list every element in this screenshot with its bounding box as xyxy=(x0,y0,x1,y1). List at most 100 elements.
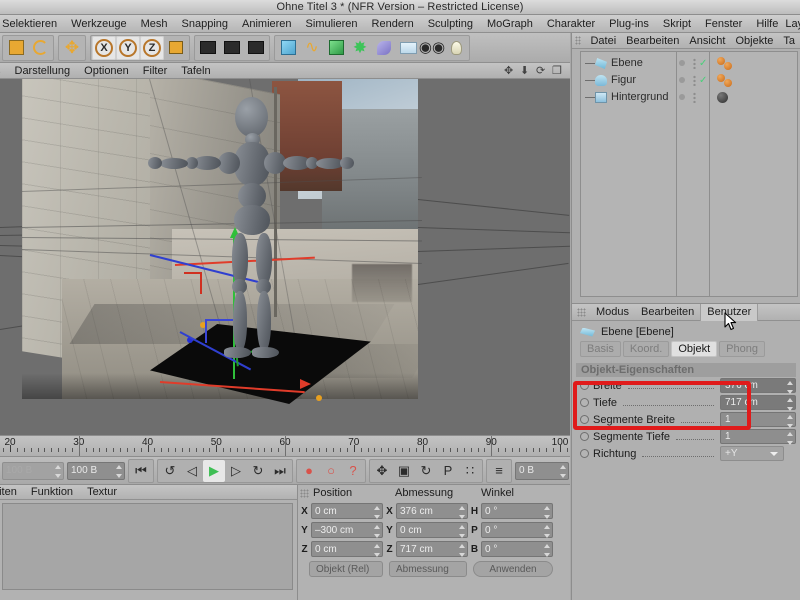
menu-item-mesh[interactable]: Mesh xyxy=(134,18,175,30)
visibility-dot[interactable] xyxy=(679,77,685,83)
material-menu-textur[interactable]: Textur xyxy=(80,486,124,498)
light-icon[interactable] xyxy=(444,36,468,60)
object-row-hintergrund[interactable]: Hintergrund xyxy=(581,89,797,106)
mannequin-figure[interactable] xyxy=(148,97,354,393)
object-menu-ta[interactable]: Ta xyxy=(778,35,800,47)
autokey-button[interactable]: ○ xyxy=(320,460,342,482)
viewport-menu-darstellung[interactable]: Darstellung xyxy=(8,65,78,77)
material-list[interactable] xyxy=(2,503,293,590)
menu-item-werkzeuge[interactable]: Werkzeuge xyxy=(64,18,133,30)
scale-key-button[interactable]: ▣ xyxy=(393,460,415,482)
timeline-ruler[interactable]: 2030405060708090100 xyxy=(0,435,570,457)
step-forward-button[interactable]: ▷ xyxy=(225,460,247,482)
material-tag[interactable] xyxy=(724,62,732,70)
render-region-icon[interactable] xyxy=(220,36,244,60)
go-to-start-button[interactable]: ⏮ xyxy=(130,460,152,482)
object-menu-objekte[interactable]: Objekte xyxy=(730,35,778,47)
attribute-panel-grip-icon[interactable] xyxy=(577,307,586,317)
property-anim-radio[interactable] xyxy=(580,398,589,407)
timeline-button[interactable]: ≡ xyxy=(488,460,510,482)
go-to-end-button[interactable]: ⏭ xyxy=(269,460,291,482)
object-menu-ansicht[interactable]: Ansicht xyxy=(684,35,730,47)
rotation-b-input[interactable]: 0 ° xyxy=(481,541,553,557)
keyframe-selection-button[interactable]: ? xyxy=(342,460,364,482)
menu-item-animieren[interactable]: Animieren xyxy=(235,18,299,30)
viewport-menu-optionen[interactable]: Optionen xyxy=(77,65,136,77)
layer-dots[interactable] xyxy=(693,92,696,103)
object-menu-datei[interactable]: Datei xyxy=(585,35,621,47)
menu-item-rendern[interactable]: Rendern xyxy=(365,18,421,30)
object-row-figur[interactable]: Figur ✓ xyxy=(581,72,797,89)
object-menu-bearbeiten[interactable]: Bearbeiten xyxy=(621,35,684,47)
loop-forward-button[interactable]: ↻ xyxy=(247,460,269,482)
viewport-menu-tafeln[interactable]: Tafeln xyxy=(174,65,217,77)
property-anim-radio[interactable] xyxy=(580,432,589,441)
menu-item-sculpting[interactable]: Sculpting xyxy=(421,18,480,30)
move-tool-icon[interactable]: ✥ xyxy=(60,36,84,60)
object-panel-grip-icon[interactable] xyxy=(575,36,582,45)
environment-tag[interactable] xyxy=(717,92,728,103)
enabled-check-icon[interactable]: ✓ xyxy=(699,75,707,86)
plane-handle-corner-right[interactable] xyxy=(316,395,322,401)
rotation-h-input[interactable]: 0 ° xyxy=(481,503,553,519)
attribute-menu-modus[interactable]: Modus xyxy=(590,306,635,318)
position-y-input[interactable]: –300 cm xyxy=(311,522,383,538)
visibility-dot[interactable] xyxy=(679,60,685,66)
property-anim-radio[interactable] xyxy=(580,415,589,424)
property-select-richtung[interactable]: +Y xyxy=(720,446,784,461)
property-input-tiefe[interactable]: 717 cm xyxy=(720,395,796,411)
menu-item-charakter[interactable]: Charakter xyxy=(540,18,602,30)
parameter-key-button[interactable]: ∷ xyxy=(459,460,481,482)
menu-item-simulieren[interactable]: Simulieren xyxy=(299,18,365,30)
material-menu-funktion[interactable]: Funktion xyxy=(24,486,80,498)
size-z-input[interactable]: 717 cm xyxy=(396,541,468,557)
attribute-tab-phong[interactable]: Phong xyxy=(719,341,765,357)
menu-item-skript[interactable]: Skript xyxy=(656,18,698,30)
menu-item-fenster[interactable]: Fenster xyxy=(698,18,749,30)
position-x-input[interactable]: 0 cm xyxy=(311,503,383,519)
property-input-segmente-tiefe[interactable]: 1 xyxy=(720,429,796,445)
panel-grip-icon[interactable] xyxy=(300,488,309,498)
environment-icon[interactable] xyxy=(372,36,396,60)
property-anim-radio[interactable] xyxy=(580,449,589,458)
axis-x-icon[interactable]: X xyxy=(92,35,116,60)
attribute-tab-basis[interactable]: Basis xyxy=(580,341,621,357)
object-tree[interactable]: Ebene ✓ Figur ✓ Hintergrund xyxy=(580,51,798,297)
camera-icon[interactable]: ◉◉ xyxy=(419,36,445,60)
apply-button[interactable]: Anwenden xyxy=(473,561,553,577)
attribute-tab-koord[interactable]: Koord. xyxy=(622,341,670,357)
orbit-icon[interactable]: ⟳ xyxy=(536,65,548,77)
rotation-p-input[interactable]: 0 ° xyxy=(481,522,553,538)
cube-primitive-icon[interactable] xyxy=(276,36,300,60)
dolly-icon[interactable]: ⬇ xyxy=(520,65,532,77)
size-y-input[interactable]: 0 cm xyxy=(396,522,468,538)
menu-item-selektieren[interactable]: Selektieren xyxy=(0,18,64,30)
menu-item-mograph[interactable]: MoGraph xyxy=(480,18,540,30)
redo-icon[interactable] xyxy=(28,36,52,60)
attribute-tab-objekt[interactable]: Objekt xyxy=(671,341,718,357)
render-settings-icon[interactable] xyxy=(244,36,268,60)
record-keyframe-button[interactable]: ● xyxy=(298,460,320,482)
render-view-icon[interactable] xyxy=(196,36,220,60)
menu-item-hilfe[interactable]: Hilfe xyxy=(749,18,785,30)
deformer-icon[interactable]: ✸ xyxy=(348,36,372,60)
generator-icon[interactable] xyxy=(324,36,348,60)
visibility-dot[interactable] xyxy=(679,94,685,100)
object-row-ebene[interactable]: Ebene ✓ xyxy=(581,55,797,72)
layer-dots[interactable] xyxy=(693,75,696,86)
current-frame-display[interactable]: 100 B xyxy=(2,461,64,480)
coord-mode-select[interactable]: Objekt (Rel) xyxy=(309,561,383,577)
play-button[interactable]: ▶ xyxy=(203,459,225,482)
loop-back-button[interactable]: ↺ xyxy=(159,460,181,482)
menu-item-plug-ins[interactable]: Plug-ins xyxy=(602,18,656,30)
layer-dots[interactable] xyxy=(693,58,696,69)
enabled-check-icon[interactable]: ✓ xyxy=(699,58,707,69)
floor-scene-icon[interactable] xyxy=(396,36,420,60)
position-key-button[interactable]: ✥ xyxy=(371,460,393,482)
property-anim-radio[interactable] xyxy=(580,381,589,390)
property-input-breite[interactable]: 376 cm xyxy=(720,378,796,394)
viewport-canvas[interactable] xyxy=(0,79,570,435)
undo-icon[interactable] xyxy=(4,36,28,60)
viewport-menu-s[interactable]: s xyxy=(0,65,8,77)
size-x-input[interactable]: 376 cm xyxy=(396,503,468,519)
